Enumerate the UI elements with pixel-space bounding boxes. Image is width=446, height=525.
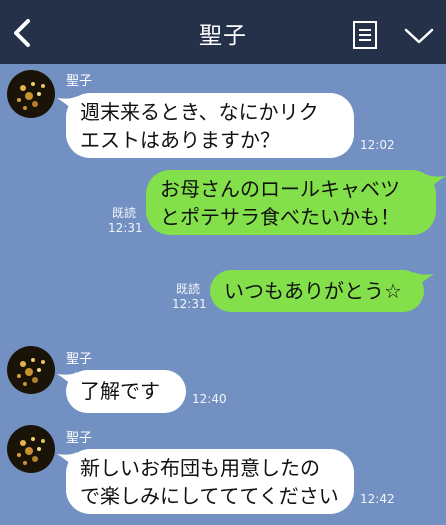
chat-header: 聖子 (0, 0, 446, 64)
chat-title: 聖子 (199, 23, 247, 49)
message-time: 12:40 (192, 392, 227, 406)
bubble-tail (426, 174, 446, 192)
message-time: 12:31 (172, 297, 207, 311)
chevron-down-icon[interactable] (404, 26, 434, 46)
message-line: お母さんのロールキャベツ (160, 177, 400, 201)
message-bubble[interactable]: 週末来るとき、なにかリク エストはありますか？ (66, 93, 354, 158)
notes-icon[interactable] (352, 20, 378, 50)
message-meta: 既読 12:31 (172, 282, 207, 312)
avatar[interactable] (7, 70, 55, 118)
message-time: 12:42 (360, 492, 395, 506)
avatar-image (7, 70, 55, 118)
read-receipt: 既読 (175, 282, 200, 296)
message-line: とポテサラ食べたいかも！ (160, 205, 400, 229)
avatar-image (7, 425, 55, 473)
message-bubble[interactable]: 新しいお布団も用意したの で楽しみにしてててください (66, 449, 354, 514)
read-receipt: 既読 (111, 206, 136, 220)
message-line: で楽しみにしてててください (80, 484, 339, 508)
message-line: 週末来るとき、なにかリク (80, 100, 319, 124)
avatar[interactable] (7, 425, 55, 473)
sender-name: 聖子 (66, 74, 93, 89)
avatar-image (7, 346, 55, 394)
message-line: 了解です (80, 379, 160, 403)
message-time: 12:02 (360, 138, 395, 152)
bubble-tail (414, 272, 434, 290)
message-line: エストはありますか？ (80, 128, 280, 152)
message-time: 12:31 (108, 221, 143, 235)
sender-name: 聖子 (66, 431, 93, 446)
message-line: いつもありがとう☆ (224, 279, 402, 303)
message-meta: 既読 12:31 (108, 206, 143, 236)
message-line: 新しいお布団も用意したの (80, 456, 320, 480)
sender-name: 聖子 (66, 352, 93, 367)
message-bubble[interactable]: いつもありがとう☆ (210, 270, 424, 312)
message-bubble[interactable]: お母さんのロールキャベツ とポテサラ食べたいかも！ (146, 170, 436, 235)
message-bubble[interactable]: 了解です (66, 370, 186, 413)
avatar[interactable] (7, 346, 55, 394)
